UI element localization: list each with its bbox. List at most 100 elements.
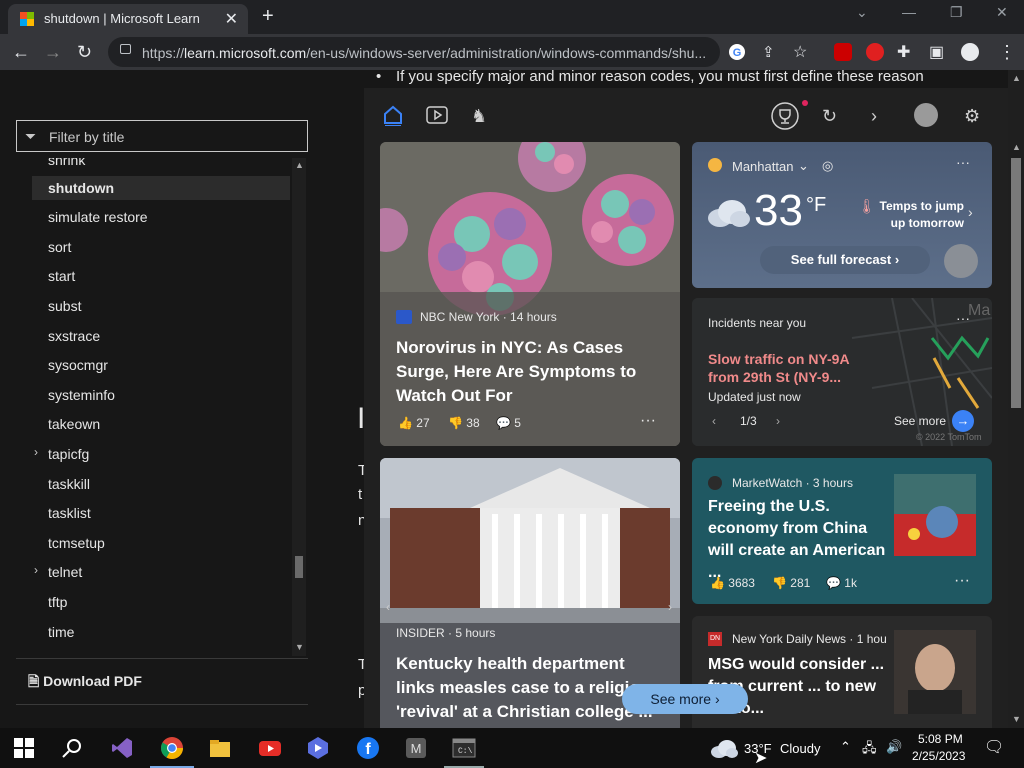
cloud-icon[interactable]: [710, 740, 738, 758]
toc-item-taskkill[interactable]: taskkill: [32, 472, 290, 496]
scroll-down-icon[interactable]: ▼: [295, 642, 304, 652]
download-pdf-link[interactable]: 🗎 Download PDF: [28, 671, 142, 695]
taskbar-weather-condition[interactable]: Cloudy: [780, 741, 820, 756]
dislike-button[interactable]: 👎 281: [772, 576, 810, 590]
rewards-trophy-icon[interactable]: [770, 101, 800, 131]
news-card-marketwatch[interactable]: MarketWatch · 3 hours Freeing the U.S. e…: [692, 458, 992, 604]
toc-item-tapicfg[interactable]: › tapicfg: [32, 442, 290, 466]
app-m-icon[interactable]: M: [404, 736, 428, 760]
file-explorer-icon[interactable]: [208, 736, 232, 760]
notification-center-icon[interactable]: 🗨: [984, 737, 1004, 757]
toc-item-sort[interactable]: sort: [32, 235, 290, 259]
games-icon[interactable]: ♞: [471, 106, 487, 127]
chrome-icon[interactable]: [160, 736, 184, 760]
chevron-up-icon[interactable]: ⌃: [840, 739, 851, 755]
see-full-forecast-button[interactable]: See full forecast ›: [760, 246, 930, 274]
traffic-card[interactable]: Incidents near you ··· Ma Slow traffic o…: [692, 298, 992, 446]
youtube-icon[interactable]: [258, 736, 282, 760]
search-icon[interactable]: [60, 736, 84, 760]
chevron-right-icon[interactable]: ›: [668, 600, 672, 614]
like-button[interactable]: 👍 27: [398, 416, 430, 430]
more-options-icon[interactable]: ···: [956, 154, 970, 170]
youtube-extension-icon[interactable]: [834, 43, 852, 61]
scroll-up-icon[interactable]: ▲: [1012, 73, 1021, 83]
refresh-icon[interactable]: ↻: [822, 106, 837, 127]
video-icon[interactable]: [426, 105, 448, 125]
news-headline[interactable]: Norovirus in NYC: As Cases Surge, Here A…: [396, 336, 658, 408]
toc-item-tasklist[interactable]: tasklist: [32, 501, 290, 525]
scroll-thumb[interactable]: [1011, 158, 1021, 408]
chevron-right-icon[interactable]: ›: [34, 563, 38, 577]
minimize-icon[interactable]: —: [902, 4, 916, 20]
chevron-right-icon[interactable]: ›: [968, 204, 973, 220]
share-icon[interactable]: ⇪: [762, 43, 775, 61]
settings-gear-icon[interactable]: ⚙: [964, 106, 980, 127]
filter-box[interactable]: ⏷: [16, 120, 308, 152]
clock-time[interactable]: 5:08 PM: [918, 732, 963, 746]
terminal-icon[interactable]: C:\: [452, 736, 476, 760]
scroll-up-icon[interactable]: ▲: [295, 160, 304, 170]
facebook-icon[interactable]: f: [356, 736, 380, 760]
scroll-thumb[interactable]: [295, 556, 303, 578]
adblock-extension-icon[interactable]: [866, 43, 884, 61]
bookmark-star-icon[interactable]: ☆: [793, 42, 807, 62]
profile-avatar-icon[interactable]: [914, 103, 938, 127]
scroll-up-icon[interactable]: ▲: [1012, 142, 1021, 152]
chevron-left-icon[interactable]: ‹: [712, 414, 716, 428]
windows-start-icon[interactable]: [12, 736, 36, 760]
browser-tab[interactable]: shutdown | Microsoft Learn ✕: [8, 4, 248, 34]
filter-input[interactable]: [47, 126, 301, 148]
see-more-link[interactable]: See more: [894, 414, 946, 428]
dislike-button[interactable]: 👎 38: [448, 416, 480, 430]
clock-date[interactable]: 2/25/2023: [912, 749, 965, 763]
comments-button[interactable]: 💬 5: [496, 416, 521, 430]
see-more-button[interactable]: See more ›: [622, 684, 748, 714]
home-icon[interactable]: [382, 104, 404, 126]
chevron-left-icon[interactable]: ‹: [386, 600, 390, 614]
extensions-puzzle-icon[interactable]: ✚: [897, 42, 910, 62]
profile-avatar-icon[interactable]: [961, 43, 979, 61]
restore-icon[interactable]: ❐: [950, 4, 963, 21]
more-options-icon[interactable]: ···: [954, 572, 970, 590]
news-headline[interactable]: Kentucky health department links measles…: [396, 652, 664, 724]
toc-item-start[interactable]: start: [32, 264, 290, 288]
toc-item-shutdown[interactable]: shutdown: [32, 176, 290, 200]
like-button[interactable]: 👍 3683: [710, 576, 755, 590]
toc-item-takeown[interactable]: takeown: [32, 412, 290, 436]
page-scrollbar[interactable]: ▲ ▲ ▼: [1008, 70, 1024, 728]
visual-studio-icon[interactable]: [110, 736, 134, 760]
url-text[interactable]: https://learn.microsoft.com/en-us/window…: [142, 45, 706, 61]
back-icon[interactable]: ←: [12, 42, 30, 63]
toc-item-time[interactable]: time: [32, 620, 290, 644]
comments-button[interactable]: 💬 1k: [826, 576, 857, 590]
menu-kebab-icon[interactable]: ⋮: [998, 42, 1016, 63]
chevron-right-icon[interactable]: ›: [776, 414, 780, 428]
more-options-icon[interactable]: ···: [640, 412, 656, 430]
volume-icon[interactable]: 🔊: [886, 739, 902, 755]
chevron-right-icon[interactable]: ›: [34, 445, 38, 459]
traffic-incident[interactable]: Slow traffic on NY-9A from 29th St (NY-9…: [708, 350, 878, 386]
reload-icon[interactable]: ↻: [77, 42, 92, 63]
toc-item-shrink[interactable]: shrink: [32, 158, 290, 172]
toc-item-tcmsetup[interactable]: tcmsetup: [32, 531, 290, 555]
tab-search-icon[interactable]: ⌄: [856, 4, 868, 21]
news-card-norovirus[interactable]: NBC New York · 14 hours Norovirus in NYC…: [380, 142, 680, 446]
weather-tip[interactable]: Temps to jump up tomorrow: [872, 198, 964, 232]
arrow-right-icon[interactable]: →: [952, 410, 974, 432]
chevron-down-icon[interactable]: ⌄: [798, 158, 809, 174]
toc-item-tftp[interactable]: tftp: [32, 590, 290, 614]
close-tab-icon[interactable]: ✕: [225, 9, 238, 29]
toc-item-subst[interactable]: subst: [32, 294, 290, 318]
network-icon[interactable]: 🖧: [862, 739, 877, 761]
toc-item-systeminfo[interactable]: systeminfo: [32, 383, 290, 407]
weather-location[interactable]: Manhattan: [732, 159, 793, 174]
location-icon[interactable]: ◎: [822, 158, 833, 174]
toc-item-sysocmgr[interactable]: sysocmgr: [32, 353, 290, 377]
toc-item-simulate-restore[interactable]: simulate restore: [32, 205, 290, 229]
close-window-icon[interactable]: ✕: [996, 4, 1008, 21]
toc-item-telnet[interactable]: › telnet: [32, 560, 290, 584]
weather-card[interactable]: Manhattan ⌄ ◎ ··· 33 °F 🌡 Temps to jump …: [692, 142, 992, 288]
toc-scrollbar[interactable]: ▲ ▼: [292, 158, 306, 656]
forward-icon[interactable]: →: [44, 42, 62, 63]
side-panel-icon[interactable]: ▣: [929, 42, 944, 62]
